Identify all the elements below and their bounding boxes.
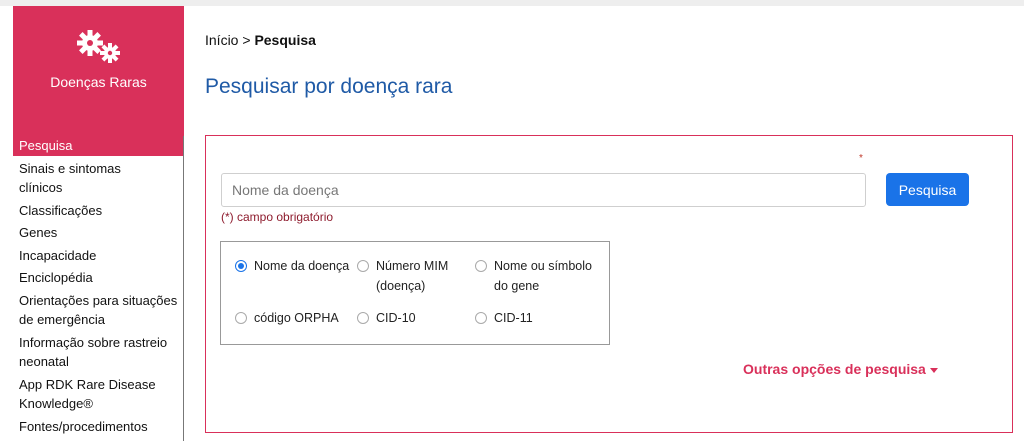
- sidebar-item-emergencia[interactable]: Orientações para situações de emergência: [13, 291, 183, 330]
- sidebar-item-fontes[interactable]: Fontes/procedimentos: [13, 417, 183, 437]
- option-mim-number[interactable]: Número MIM (doença): [357, 256, 467, 296]
- option-label: Nome da doença: [254, 259, 350, 273]
- required-mark: *: [859, 153, 863, 164]
- sidebar-item-sinais-sintomas[interactable]: Sinais e sintomas clínicos: [13, 159, 133, 198]
- breadcrumb-current: Pesquisa: [254, 32, 316, 48]
- search-panel: * Pesquisa (*) campo obrigatório Nome da…: [205, 135, 1013, 433]
- radio-orpha-code[interactable]: [235, 312, 247, 324]
- sidebar-item-genes[interactable]: Genes: [13, 223, 183, 243]
- search-input[interactable]: [221, 173, 866, 207]
- option-icd11[interactable]: CID-11: [475, 308, 533, 328]
- option-label: código ORPHA: [254, 311, 339, 325]
- sidebar-item-classificacoes[interactable]: Classificações: [13, 201, 183, 221]
- sidebar-item-enciclopedia[interactable]: Enciclopédia: [13, 268, 183, 288]
- sidebar-nav: Pesquisa Sinais e sintomas clínicos Clas…: [13, 136, 184, 441]
- caret-down-icon: [929, 367, 938, 373]
- option-icd10[interactable]: CID-10: [357, 308, 416, 328]
- gears-icon: [76, 30, 120, 63]
- radio-gene-name[interactable]: [475, 260, 487, 272]
- site-logo[interactable]: Doenças Raras: [13, 6, 184, 143]
- page-title: Pesquisar por doença rara: [205, 75, 453, 98]
- radio-icd10[interactable]: [357, 312, 369, 324]
- breadcrumb-separator: >: [242, 32, 251, 48]
- breadcrumb-home-link[interactable]: Início: [205, 32, 238, 48]
- option-gene-name[interactable]: Nome ou símbolo do gene: [475, 256, 605, 296]
- required-field-note: (*) campo obrigatório: [221, 210, 334, 224]
- more-search-options-link[interactable]: Outras opções de pesquisa: [743, 361, 938, 377]
- option-orpha-code[interactable]: código ORPHA: [235, 308, 339, 328]
- more-options-label: Outras opções de pesquisa: [743, 361, 926, 377]
- option-label: CID-11: [494, 311, 533, 325]
- option-label: CID-10: [376, 311, 416, 325]
- search-button[interactable]: Pesquisa: [886, 173, 969, 206]
- radio-icd11[interactable]: [475, 312, 487, 324]
- option-label: Nome ou símbolo do gene: [494, 259, 592, 293]
- option-label: Número MIM (doença): [376, 259, 449, 293]
- logo-text: Doenças Raras: [50, 74, 147, 90]
- sidebar-item-pesquisa[interactable]: Pesquisa: [13, 136, 183, 156]
- option-disease-name[interactable]: Nome da doença: [235, 256, 349, 276]
- radio-mim-number[interactable]: [357, 260, 369, 272]
- sidebar-item-app-rdk[interactable]: App RDK Rare Disease Knowledge®: [13, 375, 177, 414]
- breadcrumb: Início > Pesquisa: [205, 32, 316, 48]
- radio-disease-name[interactable]: [235, 260, 247, 272]
- search-options-group: Nome da doença Número MIM (doença) Nome …: [220, 241, 610, 345]
- sidebar-item-incapacidade[interactable]: Incapacidade: [13, 246, 183, 266]
- sidebar-item-rastreio-neonatal[interactable]: Informação sobre rastreio neonatal: [13, 333, 183, 372]
